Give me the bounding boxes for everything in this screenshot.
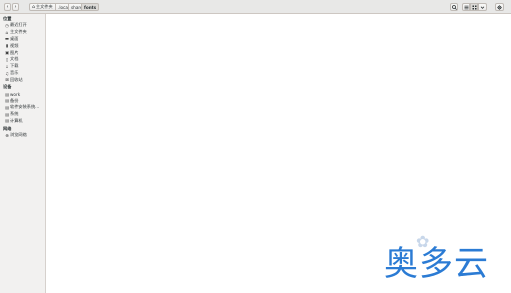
- home-icon: ⌂: [5, 29, 9, 35]
- sidebar-item-label: 下载: [10, 63, 19, 68]
- breadcrumb-home-label: 主文件夹: [35, 4, 53, 9]
- sidebar-item-backup[interactable]: ▤ 备份: [5, 97, 19, 104]
- sidebar-item-downloads[interactable]: ↓ 下载: [5, 63, 19, 69]
- sidebar-item-label: 图片: [10, 49, 19, 55]
- list-view-icon: [464, 5, 468, 9]
- view-menu-button[interactable]: [478, 3, 487, 11]
- music-icon: ♫: [5, 70, 9, 76]
- sidebar-item-label: 最近打开: [10, 22, 27, 27]
- sidebar-item-recent[interactable]: ◷ 最近打开: [5, 22, 27, 28]
- back-button[interactable]: ‹: [4, 3, 11, 11]
- breadcrumb-fonts-label: fonts: [84, 4, 97, 10]
- sidebar-section-devices: 设备: [3, 84, 12, 89]
- sidebar-item-trash[interactable]: ⊠ 回收站: [5, 76, 23, 83]
- file-manager-window: ‹ › ⌂ 主文件夹 .local share fonts 位置 ◷ 最近打开 …: [0, 0, 511, 293]
- sidebar-item-desktop[interactable]: ▬ 桌面: [5, 35, 19, 42]
- camera-icon: ▣: [5, 50, 9, 55]
- gear-icon: [497, 4, 502, 10]
- sidebar: 位置 ◷ 最近打开 ⌂ 主文件夹 ▬ 桌面 ▮ 视频 ▣ 图片 ▯ 文档 ↓ 下载 ♫ 音乐 ⊠…: [0, 14, 46, 293]
- clock-icon: ◷: [5, 22, 9, 28]
- sidebar-item-label: 备份: [10, 97, 19, 103]
- download-icon: ↓: [5, 63, 9, 69]
- drive-icon: ▤: [5, 98, 9, 103]
- trash-icon: ⊠: [5, 77, 9, 82]
- sidebar-item-browse-network[interactable]: ⊕ 浏览网络: [5, 132, 27, 138]
- search-button[interactable]: [450, 3, 458, 11]
- forward-button[interactable]: ›: [12, 3, 19, 11]
- sidebar-item-computer[interactable]: ▤ 计算机: [5, 117, 23, 124]
- forward-arrow-icon: ›: [14, 4, 17, 10]
- drive-icon: ▤: [5, 118, 9, 123]
- list-view-button[interactable]: [462, 3, 470, 11]
- search-icon: [451, 4, 457, 10]
- drive-icon: ▤: [5, 111, 9, 117]
- grid-view-icon: [472, 5, 476, 9]
- document-icon: ▯: [5, 56, 9, 62]
- breadcrumb-fonts[interactable]: fonts: [81, 3, 100, 11]
- sidebar-item-pictures[interactable]: ▣ 图片: [5, 49, 19, 56]
- grid-view-button[interactable]: [470, 3, 478, 11]
- desktop-icon: ▬: [5, 36, 9, 41]
- chevron-down-icon: [480, 5, 485, 9]
- settings-button[interactable]: [495, 3, 504, 11]
- sidebar-item-label: 音乐: [10, 70, 19, 75]
- sidebar-item-work[interactable]: ▤ work: [5, 92, 20, 97]
- back-arrow-icon: ‹: [6, 4, 9, 10]
- drive-icon: ▤: [5, 104, 9, 110]
- sidebar-item-videos[interactable]: ▮ 视频: [5, 42, 19, 49]
- sidebar-item-label: 回收站: [10, 76, 23, 82]
- video-icon: ▮: [5, 43, 9, 48]
- sidebar-item-label: work: [10, 91, 21, 97]
- sidebar-item-label: 计算机: [10, 117, 23, 123]
- breadcrumb-home[interactable]: ⌂ 主文件夹: [29, 3, 56, 11]
- sidebar-item-music[interactable]: ♫ 音乐: [5, 70, 19, 76]
- watermark-logo: 奥多云: [384, 244, 489, 284]
- sidebar-item-label: 桌面: [10, 35, 19, 41]
- sidebar-item-label: 文档: [10, 56, 19, 61]
- sidebar-item-label: 软件安装系统...: [10, 104, 40, 109]
- sidebar-item-home[interactable]: ⌂ 主文件夹: [5, 29, 27, 35]
- sidebar-item-label: 视频: [10, 42, 19, 48]
- sidebar-item-documents[interactable]: ▯ 文档: [5, 56, 19, 62]
- home-icon: ⌂: [32, 4, 35, 10]
- network-icon: ⊕: [5, 132, 9, 138]
- drive-icon: ▤: [5, 91, 9, 97]
- sidebar-item-label: 主文件夹: [10, 29, 27, 34]
- sidebar-section-network: 网络: [3, 125, 12, 131]
- header-bar: ‹ › ⌂ 主文件夹 .local share fonts: [0, 0, 511, 14]
- sidebar-item-software[interactable]: ▤ 软件安装系统...: [5, 104, 40, 110]
- sidebar-item-label: 系统: [10, 111, 19, 116]
- sidebar-item-label: 浏览网络: [10, 132, 27, 137]
- sidebar-item-system[interactable]: ▤ 系统: [5, 111, 19, 117]
